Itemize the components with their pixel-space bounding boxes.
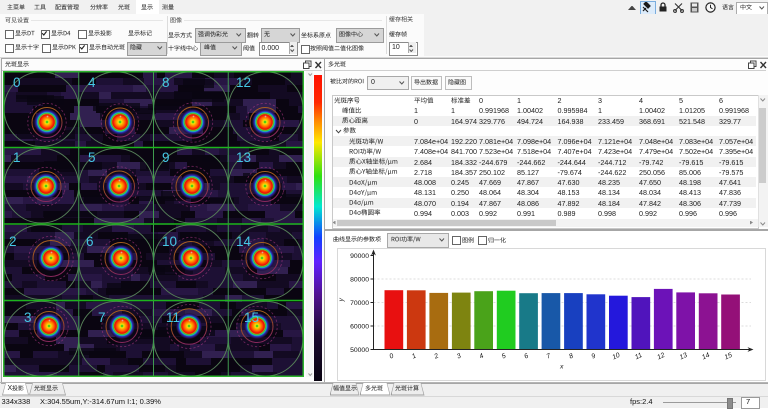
- svg-text:2: 2: [9, 234, 17, 249]
- svg-text:14: 14: [236, 234, 252, 249]
- svg-text:13: 13: [679, 352, 689, 362]
- svg-text:15: 15: [244, 310, 259, 325]
- svg-text:8: 8: [568, 353, 575, 361]
- svg-text:8: 8: [162, 75, 170, 90]
- svg-text:5: 5: [501, 353, 508, 361]
- svg-text:3: 3: [456, 353, 463, 361]
- svg-text:70000: 70000: [350, 300, 369, 307]
- svg-text:7: 7: [546, 353, 553, 361]
- svg-text:12: 12: [236, 75, 251, 90]
- svg-text:7: 7: [98, 310, 106, 325]
- svg-text:50000: 50000: [350, 347, 369, 354]
- svg-text:1: 1: [411, 353, 418, 361]
- svg-text:11: 11: [166, 310, 180, 325]
- svg-text:11: 11: [634, 352, 644, 361]
- svg-text:6: 6: [523, 353, 530, 361]
- svg-text:4: 4: [478, 353, 485, 361]
- svg-text:12: 12: [656, 352, 666, 362]
- svg-text:60000: 60000: [350, 323, 369, 330]
- svg-text:2: 2: [432, 353, 439, 361]
- svg-text:0: 0: [13, 75, 21, 90]
- svg-text:80000: 80000: [350, 276, 369, 283]
- svg-text:3: 3: [24, 310, 32, 325]
- svg-text:90000: 90000: [350, 253, 369, 260]
- svg-text:5: 5: [88, 150, 96, 165]
- svg-text:4: 4: [88, 75, 96, 90]
- svg-text:x: x: [559, 364, 564, 371]
- svg-text:9: 9: [591, 353, 598, 361]
- svg-text:y: y: [338, 298, 345, 303]
- svg-text:9: 9: [162, 150, 170, 165]
- svg-text:15: 15: [724, 352, 734, 362]
- svg-text:10: 10: [611, 352, 621, 362]
- svg-text:13: 13: [236, 150, 251, 165]
- svg-text:1: 1: [13, 150, 21, 165]
- svg-text:14: 14: [701, 352, 711, 362]
- svg-text:10: 10: [162, 234, 177, 249]
- svg-text:6: 6: [86, 234, 94, 249]
- svg-text:0: 0: [389, 353, 396, 361]
